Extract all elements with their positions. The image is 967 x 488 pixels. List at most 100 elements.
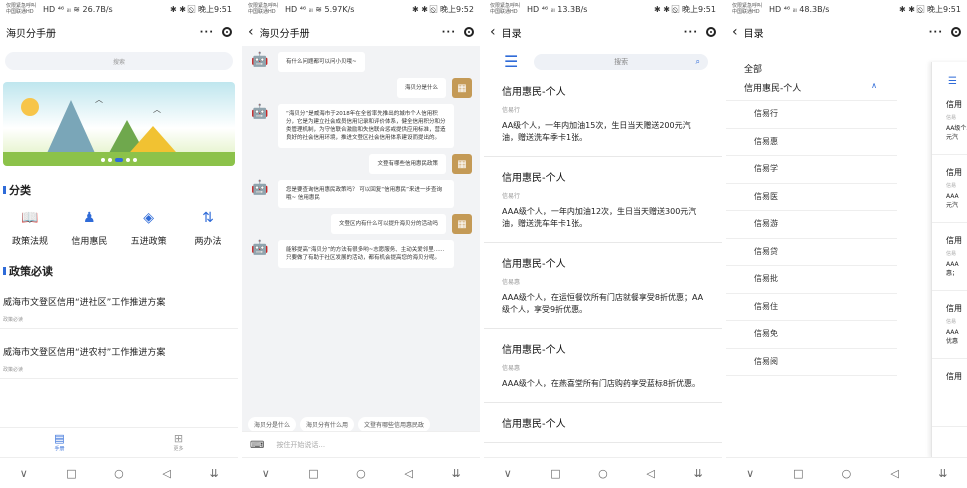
list-item[interactable]: 信用惠民-个人 信易惠 AAA级个人，在燕喜堂所有门店购药享受蓝标8折优惠。: [484, 329, 722, 403]
page-title: 海贝分手册: [6, 28, 56, 40]
list-item[interactable]: 信用 信易 AAA 元汽: [932, 155, 967, 223]
list-item[interactable]: 信用 信易 AAA 惠；: [932, 223, 967, 291]
chat-bubble: 海贝分是什么: [396, 78, 446, 98]
signal-text: HD ⁴⁶ ᵢₗₗ ≋ 26.7B/s: [43, 4, 113, 14]
banner-carousel[interactable]: ︿ ︿: [3, 82, 235, 166]
nav-home-icon[interactable]: ○: [351, 467, 371, 480]
card-subtitle: 信易: [946, 183, 957, 189]
page-title: 目录: [501, 28, 522, 40]
pager-dot[interactable]: [101, 158, 105, 162]
tab-more[interactable]: ⊞ 更多: [119, 428, 238, 458]
filter-item[interactable]: 信易医: [726, 184, 897, 211]
policy-item[interactable]: 威海市文登区信用“进农村”工作推进方案 政策必读: [0, 329, 238, 379]
list-item[interactable]: 信用惠民-个人 信易行 AAA级个人，一年内加油12次，生日当天赠送300元汽油，赠…: [484, 157, 722, 243]
more-icon[interactable]: ···: [684, 27, 698, 38]
more-icon[interactable]: ···: [442, 27, 456, 38]
close-mini-program-icon[interactable]: [464, 27, 474, 37]
keyboard-icon[interactable]: ⌨: [250, 440, 264, 451]
close-mini-program-icon[interactable]: [706, 27, 716, 37]
list-item[interactable]: 信用惠民-个人: [484, 403, 722, 443]
nav-down-icon[interactable]: ∨: [740, 467, 760, 480]
back-icon[interactable]: ‹: [248, 24, 254, 40]
pager-dot[interactable]: [108, 158, 112, 162]
filter-item[interactable]: 信易游: [726, 211, 897, 239]
nav-home-icon[interactable]: ○: [593, 467, 613, 480]
nav-down-icon[interactable]: ∨: [498, 467, 518, 480]
filter-item[interactable]: 信易免: [726, 321, 897, 349]
nav-back-icon[interactable]: ◁: [157, 467, 177, 480]
filter-group-header[interactable]: 信用惠民-个人 ∧: [726, 75, 897, 101]
category-credit-benefit[interactable]: ♟ 信用惠民: [61, 210, 117, 247]
card-subtitle: 信易: [946, 251, 957, 257]
list-item[interactable]: 信用惠民-个人 信易惠 AAA级个人，在运恒餐饮所有门店就餐享受8折优惠；AA级个人…: [484, 243, 722, 329]
filter-item[interactable]: 信易阅: [726, 349, 897, 376]
nav-square-icon[interactable]: □: [788, 467, 808, 480]
pager-dot[interactable]: [133, 158, 137, 162]
page-title: 目录: [743, 28, 764, 40]
nav-back-icon[interactable]: ◁: [399, 467, 419, 480]
section-title-category: 分类: [3, 182, 238, 198]
pager-dot-active[interactable]: [115, 158, 123, 162]
carrier-text: 仅限紧急呼叫 中国联通HD: [6, 3, 37, 15]
nav-square-icon[interactable]: □: [61, 467, 81, 480]
card-description: AAA 优惠: [946, 329, 959, 345]
policy-subtitle: 政策必读: [3, 367, 24, 373]
nav-menu-icon[interactable]: ⇊: [446, 467, 466, 480]
quick-reply-chip[interactable]: 海贝分有什么用: [300, 417, 355, 432]
list-item[interactable]: 信用 信易 AAA 优惠: [932, 291, 967, 359]
nav-menu-icon[interactable]: ⇊: [933, 467, 953, 480]
nav-menu-icon[interactable]: ⇊: [688, 467, 708, 480]
more-icon[interactable]: ···: [929, 27, 943, 38]
tab-label: 手册: [54, 446, 65, 452]
filter-item[interactable]: 信易批: [726, 266, 897, 294]
chat-message-bot: 🤖 有什么问题都可以问小贝哦~: [250, 52, 472, 72]
filter-item[interactable]: 信易惠: [726, 129, 897, 156]
nav-square-icon[interactable]: □: [303, 467, 323, 480]
policy-item[interactable]: 威海市文登区信用“进社区”工作推进方案 政策必读: [0, 279, 238, 329]
filter-item[interactable]: 信易住: [726, 294, 897, 321]
book-icon: 📖: [21, 210, 39, 226]
list-item[interactable]: 信用: [932, 359, 967, 427]
section-title-policy: 政策必读: [3, 263, 238, 279]
nav-back-icon[interactable]: ◁: [641, 467, 661, 480]
card-title: 信用惠民-个人: [502, 419, 566, 430]
quick-reply-chip[interactable]: 文登有哪些信用惠民政: [358, 417, 431, 432]
tab-handbook[interactable]: ▤ 手册: [0, 428, 119, 458]
search-input[interactable]: 搜索: [5, 52, 233, 70]
clock-text: ✱ ✱ ⦸ ⃞ 晚上9:51: [653, 4, 716, 14]
menu-list-icon[interactable]: ☰: [504, 52, 518, 71]
nav-back-icon[interactable]: ◁: [885, 467, 905, 480]
list-drawer-behind[interactable]: ☰ 信用信易AA级个人 元汽 信用信易AAA 元汽 信用信易AAA 惠； 信用 信…: [931, 62, 967, 458]
back-icon[interactable]: ‹: [490, 24, 496, 40]
card-subtitle: 信易行: [502, 193, 521, 200]
back-icon[interactable]: ‹: [732, 24, 738, 40]
nav-menu-icon[interactable]: ⇊: [204, 467, 224, 480]
nav-square-icon[interactable]: □: [545, 467, 565, 480]
filter-item[interactable]: 信易行: [726, 101, 897, 129]
list-item[interactable]: 信用信易 AA级个人 元汽: [932, 87, 967, 155]
category-two-methods[interactable]: ⇅ 两办法: [180, 210, 236, 247]
filter-item[interactable]: 信易学: [726, 156, 897, 184]
mini-program-capsule: ···: [200, 27, 232, 38]
search-input[interactable]: 搜索 ⌕: [534, 53, 708, 70]
card-subtitle: 信易: [946, 319, 957, 325]
close-mini-program-icon[interactable]: [222, 27, 232, 37]
filter-item[interactable]: 信易贷: [726, 239, 897, 266]
filter-all[interactable]: 全部: [726, 46, 901, 75]
close-mini-program-icon[interactable]: [951, 27, 961, 37]
nav-down-icon[interactable]: ∨: [14, 467, 34, 480]
nav-home-icon[interactable]: ○: [836, 467, 856, 480]
nav-home-icon[interactable]: ○: [109, 467, 129, 480]
voice-input-button[interactable]: 按住开始说话...: [276, 440, 325, 450]
card-subtitle: 信易惠: [502, 365, 521, 372]
pager-dot[interactable]: [126, 158, 130, 162]
list-item[interactable]: 信用惠民-个人 信易行 AA级个人，一年内加油15次，生日当天赠送200元汽油，赠送…: [484, 71, 722, 157]
quick-reply-chip[interactable]: 海贝分是什么: [248, 417, 297, 432]
user-icon: ♟: [83, 210, 96, 226]
nav-down-icon[interactable]: ∨: [256, 467, 276, 480]
chat-message-user: 文登有哪些信用惠民政策 ▦: [250, 154, 472, 174]
menu-list-icon[interactable]: ☰: [932, 62, 967, 87]
category-policy-laws[interactable]: 📖 政策法规: [2, 210, 58, 247]
category-five-policies[interactable]: ◈ 五进政策: [121, 210, 177, 247]
more-icon[interactable]: ···: [200, 27, 214, 38]
